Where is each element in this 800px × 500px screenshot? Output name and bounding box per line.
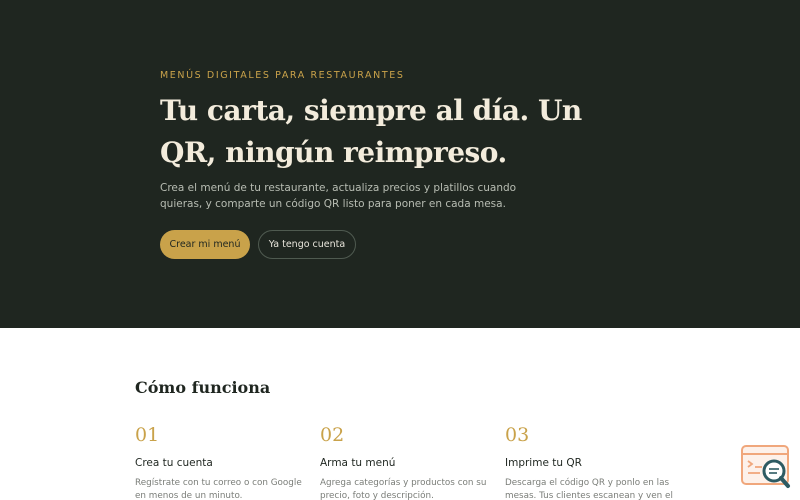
hero-headline: Tu carta, siempre al día. Un QR, ningún …	[160, 94, 582, 169]
step-title: Crea tu cuenta	[135, 457, 213, 469]
step-description: Descarga el código QR y ponlo en las mes…	[505, 478, 673, 500]
hero-subtitle: Crea el menú de tu restaurante, actualiz…	[160, 182, 517, 210]
step-number: 01	[135, 424, 160, 446]
step-title: Arma tu menú	[320, 457, 396, 469]
hero-eyebrow: MENÚS DIGITALES PARA RESTAURANTES	[160, 70, 405, 81]
step-number: 03	[505, 424, 530, 446]
step-card: 03 Imprime tu QR Descarga el código QR y…	[505, 424, 675, 500]
create-menu-button[interactable]: Crear mi menú	[160, 230, 250, 259]
step-card: 01 Crea tu cuenta Regístrate con tu corr…	[135, 424, 305, 500]
login-button[interactable]: Ya tengo cuenta	[258, 230, 356, 259]
step-description: Agrega categorías y productos con su pre…	[320, 478, 487, 500]
step-description: Regístrate con tu correo o con Google en…	[135, 478, 302, 500]
section-title: Cómo funciona	[135, 378, 271, 397]
step-title: Imprime tu QR	[505, 457, 582, 469]
step-number: 02	[320, 424, 345, 446]
search-chat-widget[interactable]	[740, 444, 792, 490]
step-card: 02 Arma tu menú Agrega categorías y prod…	[320, 424, 490, 500]
hero-section: MENÚS DIGITALES PARA RESTAURANTES Tu car…	[0, 0, 800, 328]
search-chat-icon	[741, 445, 790, 488]
